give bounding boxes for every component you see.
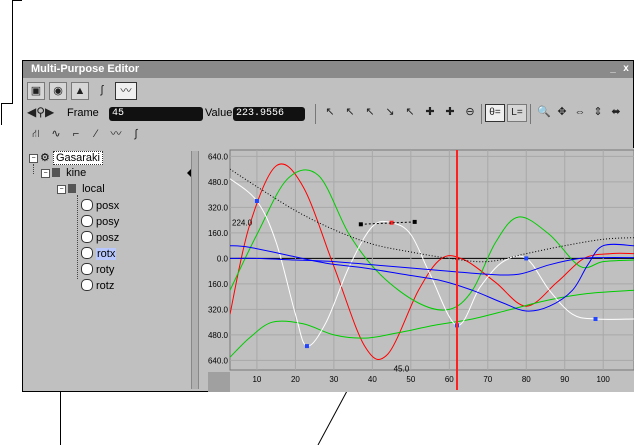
fcurve-icon bbox=[81, 247, 93, 259]
noise-icon[interactable]: 〰 bbox=[107, 126, 125, 144]
graph-corner bbox=[208, 372, 230, 392]
select-box-icon[interactable]: ↖ bbox=[361, 104, 379, 122]
x-tick-label: 100 bbox=[597, 375, 611, 384]
tree-node-channel[interactable]: roty bbox=[81, 263, 114, 276]
fcurve-graph[interactable]: 640.0 480.0 320.0 160.0 0.0 -160.0 -320.0 -480.… bbox=[208, 148, 634, 392]
tree-node-channel-selected[interactable]: rotx bbox=[81, 247, 117, 260]
object-icon: ⚙ bbox=[40, 152, 50, 164]
tree-node-kine[interactable]: − kine bbox=[41, 167, 86, 179]
theta-lock-button[interactable]: θ= bbox=[485, 104, 505, 122]
collapse-icon[interactable]: − bbox=[57, 185, 66, 194]
close-button[interactable]: x bbox=[620, 63, 632, 75]
x-tick-label: 60 bbox=[445, 375, 454, 384]
y-tick-label: 320.0 bbox=[208, 203, 229, 212]
value-input[interactable]: 223.9556 bbox=[233, 107, 305, 121]
value-annotation: 224.0 bbox=[232, 219, 253, 228]
delete-key-icon[interactable]: ⊖ bbox=[461, 104, 479, 122]
step-curve-icon[interactable]: ⌐ bbox=[67, 126, 85, 144]
ease-icon[interactable]: ∫ bbox=[127, 126, 145, 144]
value-annotation: 45.0 bbox=[394, 364, 410, 373]
minimize-button[interactable]: _ bbox=[607, 63, 619, 75]
keyframe-point bbox=[304, 344, 309, 349]
tree-node-local[interactable]: − local bbox=[57, 183, 105, 195]
function-icon[interactable]: ʃ bbox=[93, 82, 111, 100]
fcurve-icon bbox=[81, 215, 93, 227]
fcurve-icon bbox=[81, 231, 93, 243]
cube-icon[interactable]: ◉ bbox=[49, 82, 67, 100]
tangent-handle bbox=[358, 222, 363, 227]
frame-input[interactable]: 45 bbox=[109, 107, 203, 121]
y-tick-label: 0.0 bbox=[217, 254, 229, 263]
fcurve-icon bbox=[81, 279, 93, 291]
y-tick-label: 160.0 bbox=[208, 229, 229, 238]
x-tick-label: 80 bbox=[522, 375, 531, 384]
fcurve-icon bbox=[81, 199, 93, 211]
tree-node-channel[interactable]: posy bbox=[81, 215, 119, 228]
tree-node-label: Gasaraki bbox=[52, 151, 103, 165]
hierarchy-icon[interactable]: ⛙ bbox=[27, 126, 45, 144]
frame-label: Frame bbox=[67, 107, 99, 119]
lock-button[interactable]: L= bbox=[507, 104, 527, 122]
channel-tree: − ⚙ Gasaraki − kine − local posx posy pos… bbox=[27, 151, 181, 389]
camera-icon[interactable]: ▲ bbox=[71, 82, 89, 100]
toolbar-separator bbox=[481, 104, 482, 124]
edit-toolbar: ◀⚲▶ Frame 45 Value 223.9556 ↖ ↖ ↖ ↘ ↖ ✚ … bbox=[27, 104, 631, 124]
spline-icon[interactable]: ∿ bbox=[47, 126, 65, 144]
y-tick-label: -160.0 bbox=[208, 280, 229, 289]
keyframe-point bbox=[524, 256, 529, 261]
pane-splitter[interactable] bbox=[191, 151, 199, 389]
x-tick-label: 20 bbox=[291, 375, 300, 384]
tree-connector bbox=[77, 195, 78, 279]
folder-icon bbox=[68, 184, 76, 193]
tangent-handle bbox=[412, 219, 417, 224]
collapse-pane-arrow-icon[interactable] bbox=[187, 169, 191, 177]
tree-node-label: local bbox=[82, 183, 105, 195]
move-key-icon[interactable]: ↘ bbox=[381, 104, 399, 122]
select-arrow-icon[interactable]: ↖ bbox=[321, 104, 339, 122]
select-add-icon[interactable]: ↖ bbox=[341, 104, 359, 122]
keyframe-point bbox=[593, 316, 598, 321]
tree-node-label: kine bbox=[66, 167, 87, 179]
x-tick-label: 90 bbox=[560, 375, 569, 384]
x-tick-label: 10 bbox=[252, 375, 261, 384]
key-nav-icon[interactable]: ◀⚲▶ bbox=[27, 104, 54, 122]
zoom-horizontal-icon[interactable]: ⇔ bbox=[571, 104, 589, 122]
title-bar[interactable]: Multi-Purpose Editor _ x bbox=[23, 61, 633, 78]
toolbar-separator bbox=[530, 104, 531, 124]
pan-icon[interactable]: ✥ bbox=[553, 104, 571, 122]
tree-node-root[interactable]: − ⚙ Gasaraki bbox=[29, 151, 103, 165]
zoom-icon[interactable]: 🔍 bbox=[535, 104, 553, 122]
keyframe-point bbox=[254, 199, 259, 204]
x-tick-label: 30 bbox=[329, 375, 338, 384]
add-key-icon[interactable]: ✚ bbox=[421, 104, 439, 122]
value-label: Value bbox=[205, 107, 233, 119]
tree-node-channel[interactable]: posx bbox=[81, 199, 119, 212]
x-tick-label: 40 bbox=[368, 375, 377, 384]
toolbar-separator bbox=[315, 104, 316, 124]
interpolation-toolbar: ⛙ ∿ ⌐ ⁄ 〰 ∫ bbox=[27, 126, 167, 146]
fcurve-icon bbox=[81, 263, 93, 275]
y-tick-label: 640.0 bbox=[208, 152, 229, 161]
window-title: Multi-Purpose Editor bbox=[31, 63, 140, 75]
x-tick-label: 50 bbox=[406, 375, 415, 384]
y-tick-label: -480.0 bbox=[208, 331, 229, 340]
y-tick-label: 480.0 bbox=[208, 178, 229, 187]
curve-icon[interactable]: 〰 bbox=[115, 82, 137, 100]
tree-connector bbox=[33, 164, 34, 174]
ui-icon[interactable]: ▣ bbox=[27, 82, 45, 100]
scale-key-icon[interactable]: ↖ bbox=[401, 104, 419, 122]
collapse-icon[interactable]: − bbox=[29, 154, 38, 163]
y-tick-label: -640.0 bbox=[208, 356, 229, 365]
x-tick-label: 70 bbox=[483, 375, 492, 384]
frame-all-icon[interactable]: ⬌ bbox=[607, 104, 625, 122]
y-tick-label: -320.0 bbox=[208, 305, 229, 314]
insert-key-icon[interactable]: ✚ bbox=[441, 104, 459, 122]
zoom-vertical-icon[interactable]: ⇕ bbox=[589, 104, 607, 122]
linear-icon[interactable]: ⁄ bbox=[87, 126, 105, 144]
mode-toolbar: ▣ ◉ ▲ ʃ 〰 bbox=[27, 82, 227, 102]
tree-node-channel[interactable]: posz bbox=[81, 231, 119, 244]
collapse-icon[interactable]: − bbox=[41, 169, 50, 178]
folder-icon bbox=[52, 168, 60, 177]
tree-node-channel[interactable]: rotz bbox=[81, 279, 114, 292]
